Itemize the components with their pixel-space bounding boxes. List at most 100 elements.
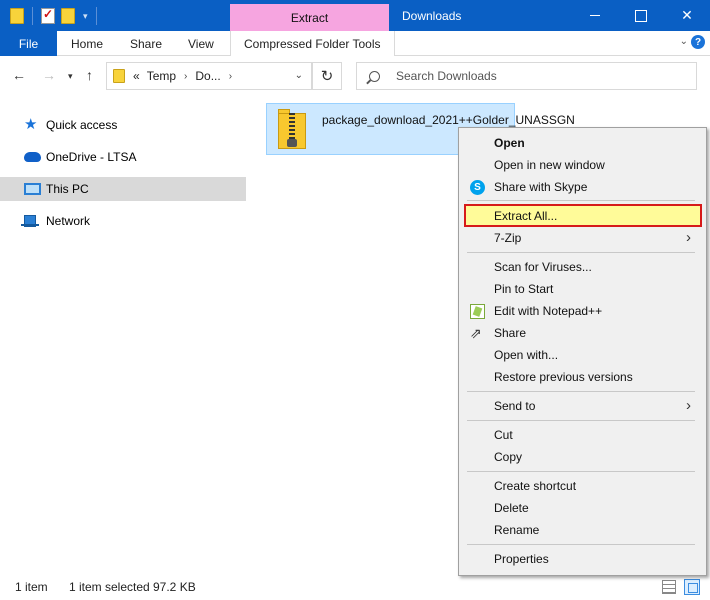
menu-item-send-to[interactable]: Send to › [459, 395, 706, 417]
customize-toolbar-chevron-icon[interactable]: ▾ [83, 11, 88, 22]
menu-item-share[interactable]: ⇗ Share [459, 322, 706, 344]
recent-locations-chevron-icon[interactable]: ▾ [68, 71, 73, 82]
menu-item-7zip[interactable]: 7-Zip › [459, 227, 706, 249]
search-input[interactable]: Search Downloads [356, 62, 697, 90]
cloud-icon [24, 152, 41, 162]
menu-item-cut[interactable]: Cut [459, 424, 706, 446]
menu-item-label: Open [494, 136, 525, 150]
menu-item-label: Copy [494, 450, 523, 464]
menu-item-copy[interactable]: Copy [459, 446, 706, 468]
refresh-button[interactable]: ↻ [312, 62, 342, 90]
minimize-button[interactable] [572, 0, 618, 31]
search-placeholder: Search Downloads [396, 69, 497, 83]
ribbon-tabs: File Home Share View Compressed Folder T… [0, 31, 710, 56]
address-segment-temp[interactable]: Temp [147, 69, 176, 83]
title-bar: ▾ Extract Downloads ✕ [0, 0, 710, 31]
menu-item-restore-versions[interactable]: Restore previous versions [459, 366, 706, 388]
menu-item-label: Share [494, 326, 527, 340]
chevron-right-icon[interactable]: › [184, 71, 187, 82]
up-arrow-icon[interactable]: ↑ [86, 67, 93, 83]
submenu-chevron-icon: › [686, 229, 691, 246]
menu-item-create-shortcut[interactable]: Create shortcut [459, 475, 706, 497]
extract-context-tab[interactable]: Extract [230, 4, 389, 31]
folder-icon[interactable] [10, 8, 24, 24]
tab-share[interactable]: Share [130, 37, 162, 51]
chevron-right-icon[interactable]: › [229, 71, 232, 82]
menu-item-label: Restore previous versions [494, 370, 633, 384]
back-arrow-icon[interactable]: ← [12, 67, 26, 83]
address-bar[interactable]: « Temp › Do... › ⌄ [106, 62, 312, 90]
menu-item-label: Scan for Viruses... [494, 260, 592, 274]
item-count: 1 item [15, 580, 48, 594]
tab-view[interactable]: View [188, 37, 214, 51]
submenu-chevron-icon: › [686, 397, 691, 414]
large-icons-view-icon[interactable] [684, 579, 700, 595]
forward-arrow-icon[interactable]: → [42, 67, 56, 83]
tab-home[interactable]: Home [71, 37, 103, 51]
menu-item-label: Open with... [494, 348, 559, 362]
menu-item-delete[interactable]: Delete [459, 497, 706, 519]
menu-item-rename[interactable]: Rename [459, 519, 706, 541]
notepad-plus-plus-icon [470, 304, 485, 319]
menu-item-scan-viruses[interactable]: Scan for Viruses... [459, 256, 706, 278]
sidebar-item-this-pc[interactable]: This PC [0, 177, 246, 201]
menu-item-label: Create shortcut [494, 479, 577, 493]
menu-item-open-with[interactable]: Open with... [459, 344, 706, 366]
menu-item-extract-all[interactable]: Extract All... [464, 204, 702, 227]
address-segment-downloads[interactable]: Do... [195, 69, 220, 83]
menu-item-label: Pin to Start [494, 282, 554, 296]
menu-item-label: Edit with Notepad++ [494, 304, 603, 318]
share-icon: ⇗ [470, 325, 482, 341]
address-overflow[interactable]: « [133, 69, 140, 83]
sidebar-item-label: OneDrive - LTSA [46, 150, 137, 164]
close-button[interactable]: ✕ [664, 0, 710, 31]
file-name: package_download_2021++Golder_UNASSGN [322, 113, 575, 127]
tab-file[interactable]: File [0, 31, 57, 56]
folder-icon [113, 69, 125, 83]
menu-separator [467, 200, 695, 201]
selection-count: 1 item selected [69, 580, 150, 594]
menu-item-share-with-skype[interactable]: S Share with Skype [459, 176, 706, 198]
menu-item-label: Open in new window [494, 158, 605, 172]
sidebar-item-label: Quick access [46, 118, 118, 132]
menu-item-properties[interactable]: Properties [459, 548, 706, 570]
menu-separator [467, 391, 695, 392]
star-icon: ★ [24, 116, 38, 133]
computer-icon [24, 183, 41, 195]
sidebar-item-network[interactable]: Network [0, 209, 246, 233]
menu-item-label: Properties [494, 552, 549, 566]
sidebar-item-quick-access[interactable]: ★ Quick access [0, 113, 246, 137]
menu-separator [467, 544, 695, 545]
new-folder-icon[interactable] [61, 8, 75, 24]
skype-icon: S [470, 180, 485, 195]
help-icon[interactable]: ? [691, 35, 705, 49]
expand-ribbon-chevron-icon[interactable]: ⌄ [680, 36, 688, 47]
menu-item-label: 7-Zip [494, 231, 522, 245]
window-title: Downloads [402, 9, 462, 23]
address-dropdown-chevron-icon[interactable]: ⌄ [295, 70, 303, 81]
sidebar-item-label: Network [46, 214, 91, 228]
menu-item-open-new-window[interactable]: Open in new window [459, 154, 706, 176]
menu-item-label: Rename [494, 523, 540, 537]
properties-icon[interactable] [41, 7, 55, 24]
search-icon [369, 70, 380, 82]
sidebar-item-label: This PC [46, 182, 89, 196]
details-view-icon[interactable] [662, 580, 676, 594]
navigation-pane: ★ Quick access OneDrive - LTSA This PC N… [0, 96, 250, 570]
menu-item-open[interactable]: Open [459, 132, 706, 154]
quick-access-toolbar: ▾ [10, 7, 99, 25]
menu-item-edit-notepad[interactable]: Edit with Notepad++ [459, 300, 706, 322]
network-icon [21, 215, 39, 227]
selection-size: 97.2 KB [153, 580, 196, 594]
menu-item-pin-to-start[interactable]: Pin to Start [459, 278, 706, 300]
sidebar-item-onedrive[interactable]: OneDrive - LTSA [0, 145, 246, 169]
menu-separator [467, 252, 695, 253]
maximize-button[interactable] [618, 0, 664, 31]
menu-separator [467, 471, 695, 472]
navigation-bar: ← → ▾ ↑ « Temp › Do... › ⌄ ↻ Search Down… [0, 56, 710, 96]
tab-compressed-folder-tools[interactable]: Compressed Folder Tools [230, 31, 395, 56]
menu-item-label: Cut [494, 428, 513, 442]
menu-item-label: Delete [494, 501, 529, 515]
context-menu: Open Open in new window S Share with Sky… [458, 127, 707, 576]
toolbar-divider [95, 7, 97, 25]
